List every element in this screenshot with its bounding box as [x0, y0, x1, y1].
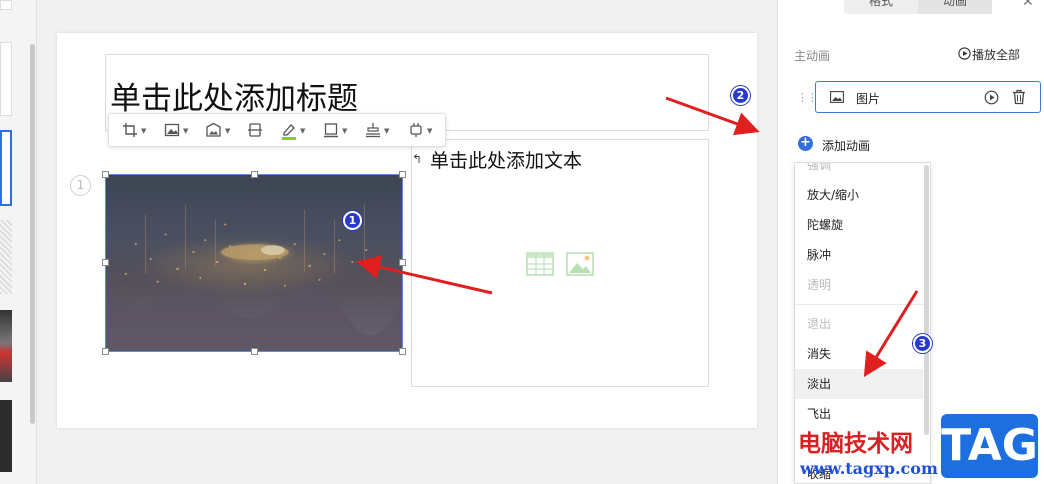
step-badge: 2 — [731, 86, 750, 105]
frame-icon — [410, 123, 422, 137]
insert-image-icon[interactable] — [566, 252, 594, 276]
slide-thumbnail[interactable] — [0, 42, 12, 116]
resize-handle[interactable] — [251, 348, 258, 355]
tab-format[interactable]: 格式 — [844, 0, 918, 14]
pen-color-icon — [282, 124, 296, 140]
selected-picture[interactable] — [105, 174, 403, 352]
distribute-icon — [366, 123, 380, 138]
menu-item-disappear[interactable]: 消失 — [795, 339, 923, 369]
border-icon — [324, 123, 338, 138]
text-placeholder-box[interactable]: ↰ 单击此处添加文本 — [411, 139, 709, 387]
picture-toolbar: ▼ ▼ ▼ ▼ ▼ ▼ ▼ — [108, 113, 446, 147]
menu-item-transparency: 透明 — [807, 278, 832, 292]
menu-divider — [795, 304, 923, 305]
slide-thumbnail[interactable] — [0, 220, 12, 294]
menu-item-spin[interactable]: 陀螺旋 — [795, 210, 923, 240]
close-icon[interactable]: ✕ — [1022, 0, 1034, 10]
panel-tabs: 格式 动画 — [844, 0, 992, 14]
slide-thumbnail[interactable] — [0, 0, 12, 10]
resize-handle[interactable] — [399, 348, 406, 355]
main-animation-label: 主动画 — [794, 49, 831, 63]
picture-content — [106, 204, 402, 351]
menu-item-pulse[interactable]: 脉冲 — [795, 240, 923, 270]
crop-icon — [123, 123, 137, 137]
animation-item-label: 图片 — [856, 92, 881, 106]
resize-handle[interactable] — [102, 259, 109, 266]
add-animation-label: 添加动画 — [822, 139, 871, 153]
slide-thumbnail[interactable] — [0, 310, 12, 382]
step-badge: 1 — [343, 211, 362, 230]
image-icon — [164, 123, 180, 137]
drag-handle-icon[interactable]: ⋮⋮ — [797, 91, 818, 104]
resize-handle[interactable] — [399, 171, 406, 178]
align-icon — [248, 123, 262, 137]
watermark-url: www.tagxp.com — [800, 459, 938, 478]
watermark-site-name: 电脑技术网 — [798, 431, 913, 457]
slide-canvas[interactable]: 单击此处添加标题 1 ↰ 单击此处添加文本 — [57, 33, 757, 428]
slide-number-marker: 1 — [70, 175, 91, 196]
resize-handle[interactable] — [102, 171, 109, 178]
slide-thumbnail-selected[interactable] — [0, 130, 12, 206]
play-all-label: 播放全部 — [972, 48, 1021, 62]
picture-icon — [830, 91, 844, 103]
menu-category-emphasis: 强调 — [807, 162, 832, 172]
text-placeholder-text: 单击此处添加文本 — [430, 150, 583, 172]
image-adjust-icon — [206, 122, 221, 137]
watermark-logo: TAG — [941, 414, 1038, 478]
resize-handle[interactable] — [399, 259, 406, 266]
delete-icon[interactable] — [1012, 89, 1026, 105]
play-icon[interactable] — [984, 90, 999, 105]
text-cursor-icon: ↰ — [412, 152, 423, 166]
menu-item-fade-out[interactable]: 淡出 — [795, 369, 923, 399]
step-badge: 3 — [913, 334, 932, 353]
menu-scrollbar[interactable] — [924, 165, 929, 435]
slide-thumbnail[interactable] — [0, 400, 12, 472]
play-circle-icon — [958, 47, 971, 60]
resize-handle[interactable] — [102, 348, 109, 355]
play-all-button[interactable]: 播放全部 — [958, 46, 1021, 63]
resize-handle[interactable] — [251, 171, 258, 178]
animation-panel: 格式 动画 ✕ 主动画 播放全部 ⋮⋮ 图片 + 添加动画 强调 放大/缩小 陀… — [777, 0, 1044, 484]
slide-thumbnails-panel — [0, 0, 37, 484]
thumbnail-scrollbar[interactable] — [30, 44, 35, 424]
menu-category-exit: 退出 — [807, 317, 832, 331]
menu-item-zoom[interactable]: 放大/缩小 — [795, 180, 923, 210]
insert-table-icon[interactable] — [526, 252, 554, 276]
tab-animation[interactable]: 动画 — [918, 0, 992, 14]
animation-list-item[interactable]: 图片 — [815, 81, 1041, 113]
title-placeholder-text: 单击此处添加标题 — [110, 81, 358, 117]
plus-circle-icon: + — [798, 136, 813, 151]
